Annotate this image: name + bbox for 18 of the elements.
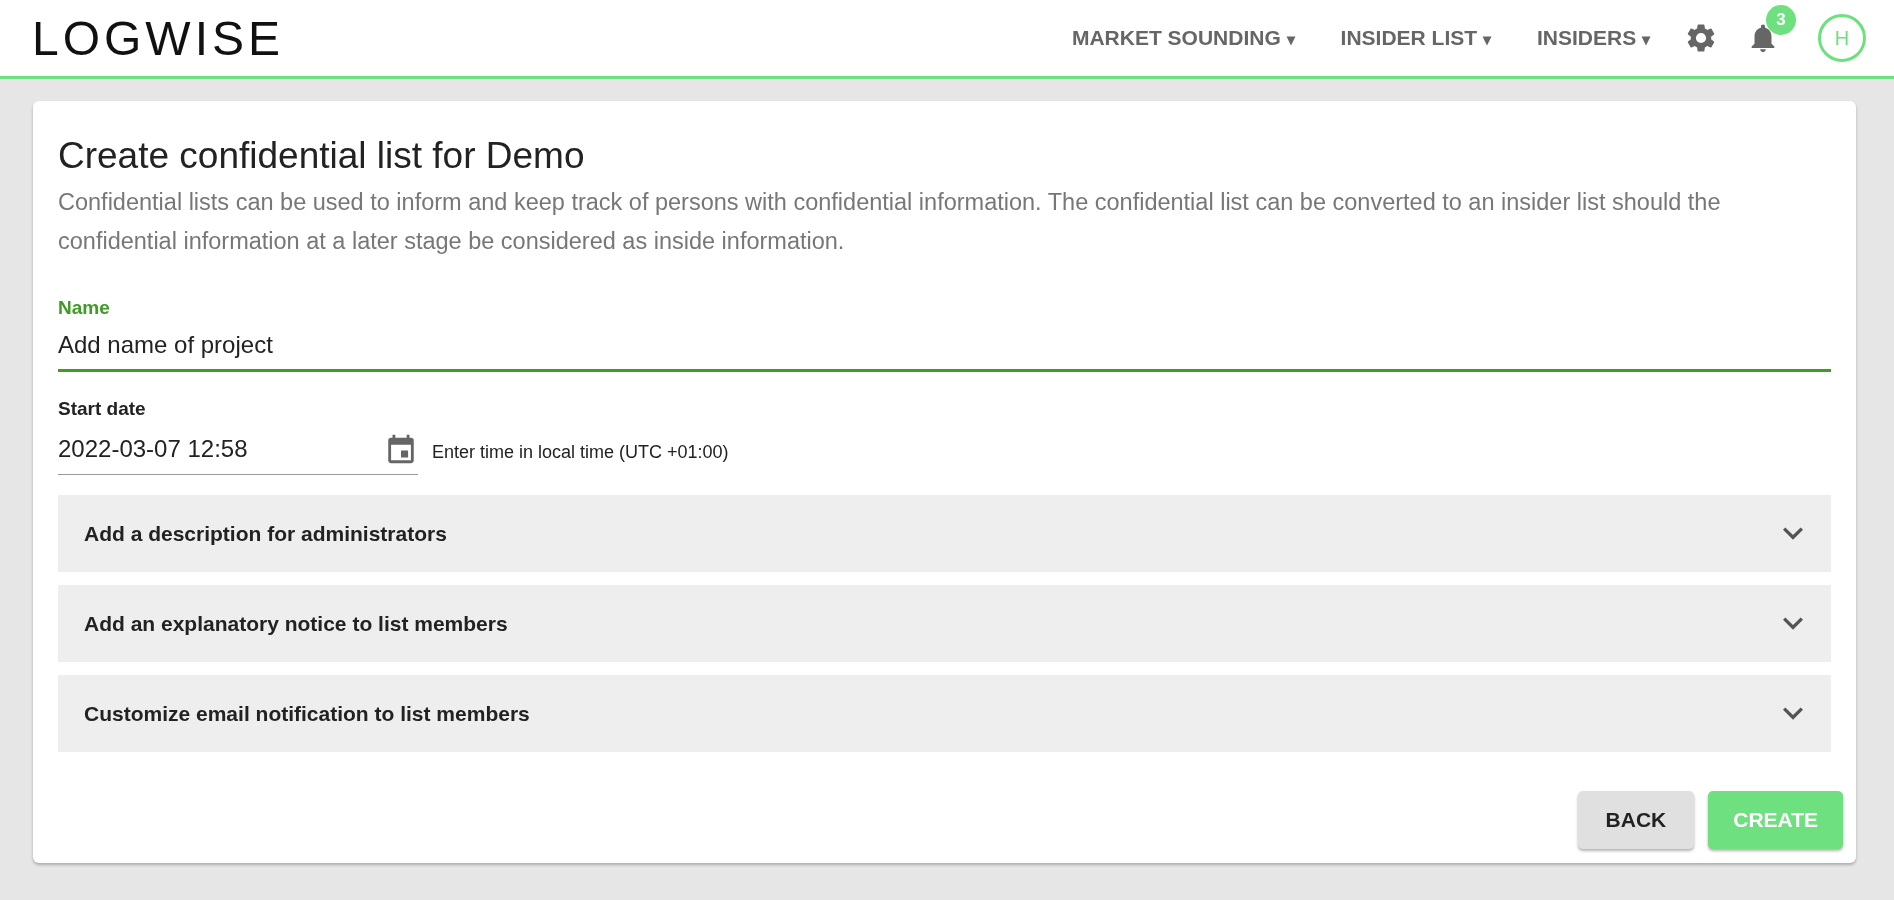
page-title: Create confidential list for Demo bbox=[58, 135, 586, 177]
nav-menu-button[interactable]: INSIDER LIST ▾ bbox=[1328, 18, 1503, 58]
back-button[interactable]: BACK bbox=[1577, 791, 1695, 849]
date-field[interactable]: 2022-03-07 12:58 bbox=[58, 420, 418, 475]
expansion-panel[interactable]: Customize email notification to list members bbox=[58, 675, 1831, 752]
logo[interactable]: LOGWISE bbox=[32, 10, 285, 66]
nav-menu-button[interactable]: MARKET SOUNDING ▾ bbox=[1059, 18, 1307, 58]
timezone-hint: Enter time in local time (UTC +01:00) bbox=[432, 442, 729, 463]
chevron-icon bbox=[1783, 617, 1803, 630]
chevron-icon bbox=[1783, 707, 1803, 720]
expansion-panel[interactable]: Add an explanatory notice to list members bbox=[58, 585, 1831, 662]
field-label: Start date bbox=[58, 398, 146, 420]
field-label: Name bbox=[58, 297, 111, 319]
chevron-icon bbox=[1783, 527, 1803, 540]
nav-menu-button[interactable]: INSIDERS ▾ bbox=[1524, 18, 1662, 58]
expansion-panel[interactable]: Add a description for administrators bbox=[58, 495, 1831, 572]
page-description: Confidential lists can be used to inform and keep track of persons with confidential information. The confidential list can be converted to an insider list should the confidential information at a later stage be considered as inside information. bbox=[58, 188, 1722, 256]
notification-badge: 3 bbox=[1766, 5, 1796, 35]
